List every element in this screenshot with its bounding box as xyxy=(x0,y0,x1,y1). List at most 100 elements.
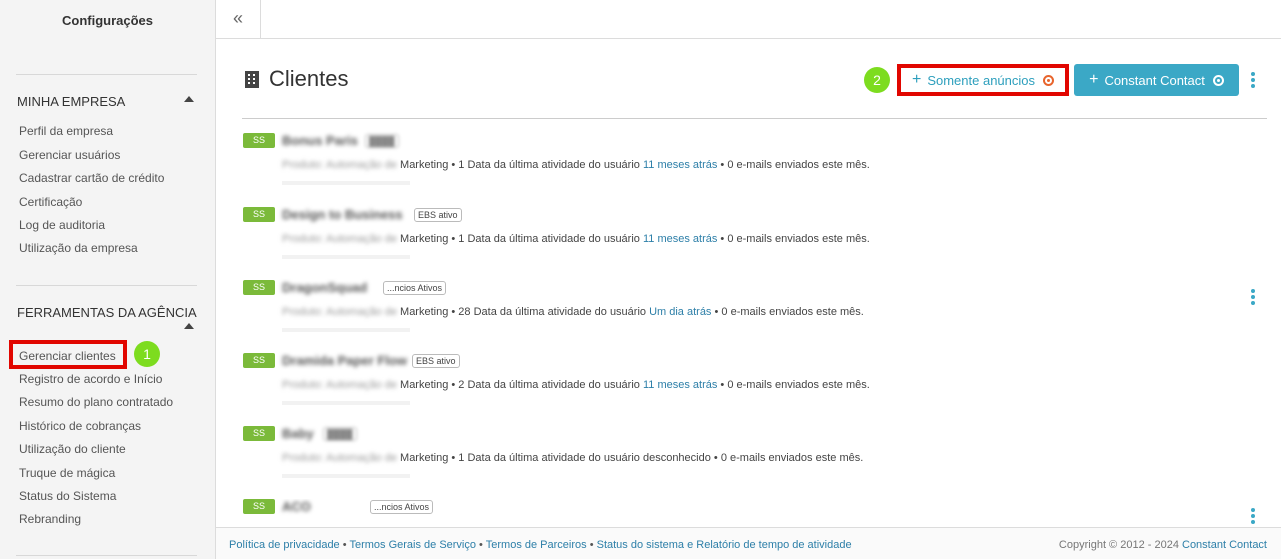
ads-only-button[interactable]: + Somente anúncios xyxy=(897,64,1069,96)
client-row[interactable]: SS ACO ...ncios Ativos xyxy=(243,499,1263,527)
plus-icon: + xyxy=(911,71,922,88)
target-icon xyxy=(1043,74,1055,86)
sidebar-item-certificacao[interactable]: Certificação xyxy=(19,195,82,209)
client-name[interactable]: Dramida Paper Flow xyxy=(282,353,407,368)
footer-copyright: Copyright © 2012 - 2024 Constant Contact xyxy=(1059,539,1267,551)
plan-badge: SS xyxy=(243,353,275,368)
sidebar-item-log[interactable]: Log de auditoria xyxy=(19,218,105,232)
sidebar-item-gerenciar-clientes[interactable]: Gerenciar clientes xyxy=(19,349,116,363)
sidebar-item-usuarios[interactable]: Gerenciar usuários xyxy=(19,148,120,162)
client-details: Produto: Automação de Marketing • 1 Data… xyxy=(282,159,870,171)
row-kebab-icon[interactable] xyxy=(1250,508,1256,526)
divider xyxy=(242,118,1267,119)
client-row[interactable]: SS Baby ████ Produto: Automação de Marke… xyxy=(243,426,1263,486)
status-tag: EBS ativo xyxy=(414,208,462,222)
client-row[interactable]: SS Dramida Paper Flow EBS ativo Produto:… xyxy=(243,353,1263,413)
last-activity-time: 11 meses atrás xyxy=(642,233,718,245)
sidebar-item-utilizacao-cliente[interactable]: Utilização do cliente xyxy=(19,442,126,456)
client-details: Produto: Automação de Marketing • 1 Data… xyxy=(282,452,863,464)
sidebar-item-historico[interactable]: Histórico de cobranças xyxy=(19,419,141,433)
divider xyxy=(282,474,410,478)
status-tag: ...ncios Ativos xyxy=(370,500,434,514)
product-prefix: Produto: Automação de xyxy=(282,379,401,391)
client-details: Produto: Automação de Marketing • 1 Data… xyxy=(282,233,870,245)
status-tag: ...ncios Ativos xyxy=(383,281,447,295)
divider xyxy=(16,74,197,75)
copyright-text: Copyright © 2012 - 2024 xyxy=(1058,539,1182,551)
footer-separator: • xyxy=(476,539,486,551)
detail-text: Marketing • 28 Data da última atividade … xyxy=(400,306,650,318)
sidebar-item-rebranding[interactable]: Rebranding xyxy=(19,512,81,526)
detail-text: Marketing • 2 Data da última atividade d… xyxy=(400,379,643,391)
caret-up-icon[interactable] xyxy=(184,323,194,329)
sidebar-item-status[interactable]: Status do Sistema xyxy=(19,489,116,503)
detail-text: • 0 e-mails enviados este mês. xyxy=(710,452,864,464)
section-heading-ferramentas[interactable]: FERRAMENTAS DA AGÊNCIA xyxy=(17,305,197,320)
sidebar-item-perfil[interactable]: Perfil da empresa xyxy=(19,124,113,138)
product-prefix: Produto: Automação de xyxy=(282,306,401,318)
sidebar-item-resumo[interactable]: Resumo do plano contratado xyxy=(19,395,173,409)
top-bar: « xyxy=(216,0,1281,39)
product-prefix: Produto: Automação de xyxy=(282,452,401,464)
sidebar-item-utilizacao-empresa[interactable]: Utilização da empresa xyxy=(19,241,138,255)
plus-icon: + xyxy=(1089,71,1099,88)
client-row[interactable]: SS Design to Business EBS ativo Produto:… xyxy=(243,207,1263,267)
client-details: Produto: Automação de Marketing • 2 Data… xyxy=(282,379,870,391)
sidebar: Configurações MINHA EMPRESA Perfil da em… xyxy=(0,0,216,559)
collapse-sidebar-button[interactable]: « xyxy=(216,0,261,39)
last-activity-time: Um dia atrás xyxy=(649,306,712,318)
sidebar-item-cartao[interactable]: Cadastrar cartão de crédito xyxy=(19,171,164,185)
footer-link-partner-terms[interactable]: Termos de Parceiros xyxy=(486,539,587,551)
client-name[interactable]: ACO xyxy=(282,499,311,514)
section-heading-minha-empresa[interactable]: MINHA EMPRESA xyxy=(17,94,197,109)
client-name[interactable]: Design to Business xyxy=(282,207,403,222)
divider xyxy=(16,555,197,556)
footer-link-privacy[interactable]: Política de privacidade xyxy=(229,539,340,551)
caret-up-icon[interactable] xyxy=(184,96,194,102)
footer-link-terms[interactable]: Termos Gerais de Serviço xyxy=(349,539,476,551)
row-kebab-icon[interactable] xyxy=(1250,289,1256,307)
step-marker-2: 2 xyxy=(864,67,890,93)
footer: Política de privacidade • Termos Gerais … xyxy=(216,527,1281,559)
detail-text: • 0 e-mails enviados este mês. xyxy=(717,233,870,245)
sidebar-item-truque[interactable]: Truque de mágica xyxy=(19,466,115,480)
detail-text: Marketing • 1 Data da última atividade d… xyxy=(400,452,711,464)
plan-badge: SS xyxy=(243,426,275,441)
product-prefix: Produto: Automação de xyxy=(282,233,401,245)
constant-contact-label: Constant Contact xyxy=(1104,72,1205,88)
status-tag: ████ xyxy=(323,427,357,441)
status-tag: ████ xyxy=(365,134,399,148)
footer-separator: • xyxy=(586,539,597,551)
divider xyxy=(282,401,410,405)
footer-links: Política de privacidade • Termos Gerais … xyxy=(229,539,852,551)
detail-text: • 0 e-mails enviados este mês. xyxy=(717,159,870,171)
ads-only-label: Somente anúncios xyxy=(927,72,1036,88)
plan-badge: SS xyxy=(243,133,275,148)
client-name[interactable]: Bonus Paris xyxy=(282,133,358,148)
page-title: Clientes xyxy=(245,66,348,92)
header-kebab-icon[interactable] xyxy=(1250,72,1256,90)
footer-link-brand[interactable]: Constant Contact xyxy=(1182,539,1267,551)
status-tag: EBS ativo xyxy=(412,354,460,368)
building-icon xyxy=(245,70,259,88)
step-marker-1: 1 xyxy=(134,341,160,367)
divider xyxy=(282,181,410,185)
plan-badge: SS xyxy=(243,499,275,514)
constant-contact-button[interactable]: + Constant Contact xyxy=(1074,64,1239,96)
client-name[interactable]: Baby xyxy=(282,426,314,441)
footer-link-status[interactable]: Status do sistema e Relatório de tempo d… xyxy=(597,539,852,551)
detail-text: Marketing • 1 Data da última atividade d… xyxy=(400,159,643,171)
client-row[interactable]: SS DragonSquad ...ncios Ativos Produto: … xyxy=(243,280,1263,340)
target-icon xyxy=(1212,74,1224,86)
product-prefix: Produto: Automação de xyxy=(282,159,401,171)
plan-badge: SS xyxy=(243,207,275,222)
footer-separator: • xyxy=(339,539,350,551)
client-name[interactable]: DragonSquad xyxy=(282,280,367,295)
last-activity-time: 11 meses atrás xyxy=(642,159,718,171)
sidebar-item-registro[interactable]: Registro de acordo e Início xyxy=(19,372,162,386)
client-details: Produto: Automação de Marketing • 28 Dat… xyxy=(282,306,864,318)
detail-text: • 0 e-mails enviados este mês. xyxy=(711,306,864,318)
sidebar-title: Configurações xyxy=(61,13,153,28)
detail-text: Marketing • 1 Data da última atividade d… xyxy=(400,233,643,245)
client-row[interactable]: SS Bonus Paris ████ Produto: Automação d… xyxy=(243,133,1263,193)
